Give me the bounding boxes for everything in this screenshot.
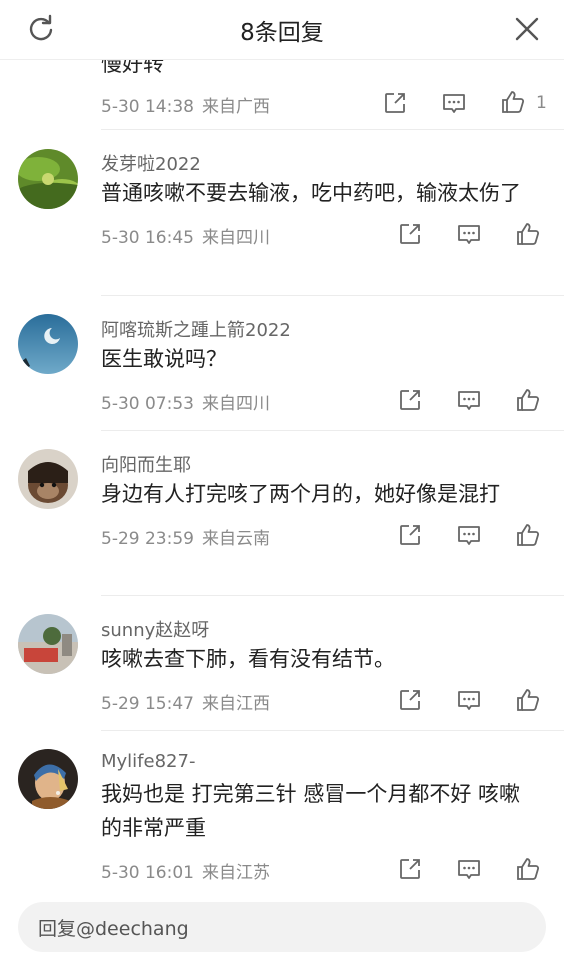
comment-location: 来自广西 (201, 97, 270, 117)
avatar[interactable] (18, 449, 78, 509)
comment-date: 5-29 23:59 (101, 529, 194, 549)
like-icon[interactable] (515, 387, 541, 413)
username[interactable]: sunny赵赵呀 (101, 616, 209, 642)
comment-date: 5-29 15:47 (101, 694, 194, 714)
avatar[interactable] (18, 749, 78, 809)
list-item: 阿喀琉斯之踵上箭2022 医生敢说吗？ 5-30 07:53 来自四川 (0, 296, 564, 431)
dialog-header: 8条回复 (0, 0, 564, 60)
comment-icon[interactable] (456, 687, 482, 713)
share-icon[interactable] (382, 90, 408, 116)
comment-icon[interactable] (456, 522, 482, 548)
comment-text: 我妈也是 打完第三针 感冒一个月都不好 咳嗽的非常严重 (101, 782, 521, 840)
avatar[interactable] (18, 149, 78, 209)
like-icon[interactable] (515, 687, 541, 713)
username[interactable]: 阿喀琉斯之踵上箭2022 (101, 316, 291, 342)
reply-input[interactable]: 回复@deechang (18, 902, 546, 952)
avatar[interactable] (18, 614, 78, 674)
share-icon[interactable] (397, 856, 423, 882)
like-icon[interactable] (515, 221, 541, 247)
comment-text: 身边有人打完咳了两个月的，她好像是混打 (101, 482, 500, 506)
like-icon[interactable] (500, 89, 526, 115)
comment-text: 普通咳嗽不要去输液，吃中药吧，输液太伤了 (101, 181, 521, 205)
comment-icon[interactable] (456, 856, 482, 882)
comment-meta: 5-30 14:38 来自广西 (101, 92, 270, 117)
reply-placeholder: 回复@deechang (38, 918, 189, 940)
comment-date: 5-30 16:01 (101, 863, 194, 883)
comment-location: 来自云南 (201, 529, 270, 549)
avatar[interactable] (18, 314, 78, 374)
comment-location: 来自四川 (201, 228, 270, 248)
comment-meta: 5-29 23:59 来自云南 (101, 524, 270, 549)
username[interactable]: Mylife827- (101, 751, 195, 772)
comment-meta: 5-29 15:47 来自江西 (101, 689, 270, 714)
comment-text: 咳嗽去查下肺，看有没有结节。 (101, 647, 395, 671)
share-icon[interactable] (397, 687, 423, 713)
username[interactable]: 发芽啦2022 (101, 150, 201, 176)
close-icon[interactable] (512, 14, 542, 44)
share-icon[interactable] (397, 387, 423, 413)
share-icon[interactable] (397, 221, 423, 247)
list-item-partial: 慢好转 5-30 14:38 来自广西 1 (0, 60, 564, 130)
comment-icon[interactable] (441, 90, 467, 116)
comment-location: 来自四川 (201, 394, 270, 414)
comment-location: 来自江西 (201, 694, 270, 714)
comment-icon[interactable] (456, 221, 482, 247)
comment-meta: 5-30 16:45 来自四川 (101, 223, 270, 248)
comment-icon[interactable] (456, 387, 482, 413)
like-icon[interactable] (515, 856, 541, 882)
comment-meta: 5-30 07:53 来自四川 (101, 389, 270, 414)
reply-list[interactable]: 慢好转 5-30 14:38 来自广西 1 发芽啦2022 普通咳嗽不要去输液，吃… (0, 60, 564, 890)
comment-location: 来自江苏 (201, 863, 270, 883)
like-count: 1 (536, 93, 547, 113)
like-icon[interactable] (515, 522, 541, 548)
list-item: Mylife827- 我妈也是 打完第三针 感冒一个月都不好 咳嗽的非常严重 5… (0, 731, 564, 890)
comment-text: 慢好转 (101, 60, 164, 76)
comment-date: 5-30 16:45 (101, 228, 194, 248)
share-icon[interactable] (397, 522, 423, 548)
list-item: 发芽啦2022 普通咳嗽不要去输液，吃中药吧，输液太伤了 5-30 16:45 来… (0, 130, 564, 296)
list-item: sunny赵赵呀 咳嗽去查下肺，看有没有结节。 5-29 15:47 来自江西 (0, 596, 564, 731)
comment-text: 医生敢说吗？ (101, 347, 227, 371)
comment-date: 5-30 07:53 (101, 394, 194, 414)
comment-meta: 5-30 16:01 来自江苏 (101, 858, 270, 883)
page-title: 8条回复 (240, 20, 324, 46)
username[interactable]: 向阳而生耶 (101, 451, 191, 477)
comment-date: 5-30 14:38 (101, 97, 194, 117)
list-item: 向阳而生耶 身边有人打完咳了两个月的，她好像是混打 5-29 23:59 来自云南 (0, 431, 564, 596)
